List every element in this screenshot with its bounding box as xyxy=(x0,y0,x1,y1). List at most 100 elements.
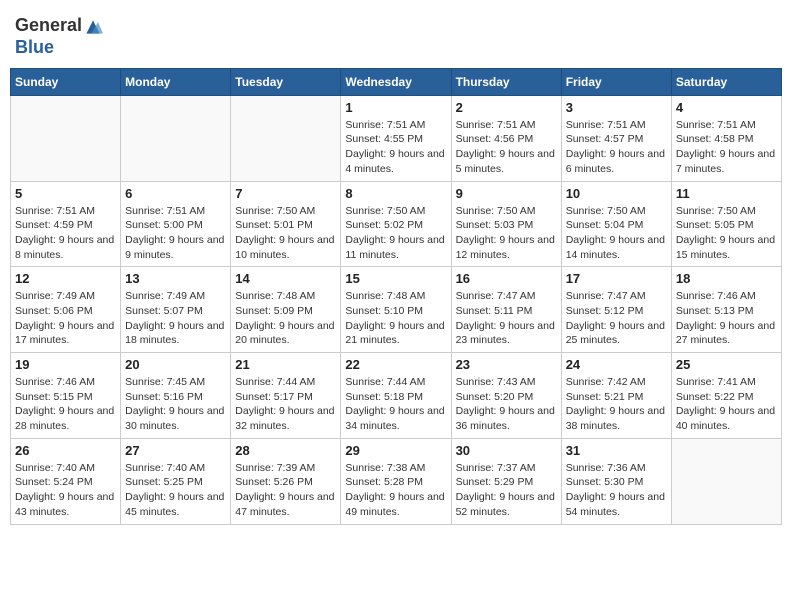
weekday-header: Thursday xyxy=(451,68,561,95)
weekday-header: Sunday xyxy=(11,68,121,95)
weekday-header-row: SundayMondayTuesdayWednesdayThursdayFrid… xyxy=(11,68,782,95)
calendar-cell: 20Sunrise: 7:45 AM Sunset: 5:16 PM Dayli… xyxy=(121,353,231,439)
day-number: 17 xyxy=(566,271,667,286)
day-number: 23 xyxy=(456,357,557,372)
day-info: Sunrise: 7:38 AM Sunset: 5:28 PM Dayligh… xyxy=(345,461,446,520)
logo-blue: Blue xyxy=(15,37,54,57)
day-number: 7 xyxy=(235,186,336,201)
day-info: Sunrise: 7:45 AM Sunset: 5:16 PM Dayligh… xyxy=(125,375,226,434)
day-info: Sunrise: 7:50 AM Sunset: 5:03 PM Dayligh… xyxy=(456,204,557,263)
day-number: 15 xyxy=(345,271,446,286)
day-number: 8 xyxy=(345,186,446,201)
day-number: 26 xyxy=(15,443,116,458)
day-info: Sunrise: 7:43 AM Sunset: 5:20 PM Dayligh… xyxy=(456,375,557,434)
day-number: 3 xyxy=(566,100,667,115)
day-info: Sunrise: 7:51 AM Sunset: 5:00 PM Dayligh… xyxy=(125,204,226,263)
calendar-cell xyxy=(11,95,121,181)
day-number: 6 xyxy=(125,186,226,201)
day-info: Sunrise: 7:49 AM Sunset: 5:06 PM Dayligh… xyxy=(15,289,116,348)
calendar-cell: 27 Sunrise: 7:40 AM Sunset: 5:25 PM Dayli… xyxy=(121,438,231,524)
day-number: 10 xyxy=(566,186,667,201)
weekday-header: Wednesday xyxy=(341,68,451,95)
logo: General Blue xyxy=(15,15,104,58)
day-number: 21 xyxy=(235,357,336,372)
day-info: Sunrise: 7:41 AM Sunset: 5:22 PM Dayligh… xyxy=(676,375,777,434)
week-row: 26 Sunrise: 7:40 AM Sunset: 5:24 PM Dayli… xyxy=(11,438,782,524)
calendar-cell: 16Sunrise: 7:47 AM Sunset: 5:11 PM Dayli… xyxy=(451,267,561,353)
calendar-cell: 26 Sunrise: 7:40 AM Sunset: 5:24 PM Dayli… xyxy=(11,438,121,524)
day-number: 29 xyxy=(345,443,446,458)
day-info: Sunrise: 7:42 AM Sunset: 5:21 PM Dayligh… xyxy=(566,375,667,434)
day-info: Sunrise: 7:51 AM Sunset: 4:58 PM Dayligh… xyxy=(676,118,777,177)
calendar-cell: 14 Sunrise: 7:48 AM Sunset: 5:09 PM Dayli… xyxy=(231,267,341,353)
calendar-cell: 4 Sunrise: 7:51 AM Sunset: 4:58 PM Daylig… xyxy=(671,95,781,181)
logo-general: General xyxy=(15,15,82,35)
calendar-cell: 18 Sunrise: 7:46 AM Sunset: 5:13 PM Dayli… xyxy=(671,267,781,353)
day-info: Sunrise: 7:44 AM Sunset: 5:18 PM Dayligh… xyxy=(345,375,446,434)
day-number: 19 xyxy=(15,357,116,372)
calendar-cell: 24Sunrise: 7:42 AM Sunset: 5:21 PM Dayli… xyxy=(561,353,671,439)
day-info: Sunrise: 7:40 AM Sunset: 5:25 PM Dayligh… xyxy=(125,461,226,520)
page-header: General Blue xyxy=(10,10,782,58)
day-info: Sunrise: 7:50 AM Sunset: 5:05 PM Dayligh… xyxy=(676,204,777,263)
day-info: Sunrise: 7:49 AM Sunset: 5:07 PM Dayligh… xyxy=(125,289,226,348)
day-info: Sunrise: 7:48 AM Sunset: 5:10 PM Dayligh… xyxy=(345,289,446,348)
calendar-cell: 5 Sunrise: 7:51 AM Sunset: 4:59 PM Daylig… xyxy=(11,181,121,267)
day-info: Sunrise: 7:46 AM Sunset: 5:13 PM Dayligh… xyxy=(676,289,777,348)
calendar-cell: 22 Sunrise: 7:44 AM Sunset: 5:18 PM Dayli… xyxy=(341,353,451,439)
calendar-cell xyxy=(231,95,341,181)
calendar-cell: 11 Sunrise: 7:50 AM Sunset: 5:05 PM Dayli… xyxy=(671,181,781,267)
week-row: 12 Sunrise: 7:49 AM Sunset: 5:06 PM Dayli… xyxy=(11,267,782,353)
week-row: 5 Sunrise: 7:51 AM Sunset: 4:59 PM Daylig… xyxy=(11,181,782,267)
day-number: 18 xyxy=(676,271,777,286)
calendar-cell: 10Sunrise: 7:50 AM Sunset: 5:04 PM Dayli… xyxy=(561,181,671,267)
day-number: 9 xyxy=(456,186,557,201)
calendar-cell: 28 Sunrise: 7:39 AM Sunset: 5:26 PM Dayli… xyxy=(231,438,341,524)
day-info: Sunrise: 7:40 AM Sunset: 5:24 PM Dayligh… xyxy=(15,461,116,520)
day-number: 30 xyxy=(456,443,557,458)
day-number: 11 xyxy=(676,186,777,201)
calendar-cell: 3 Sunrise: 7:51 AM Sunset: 4:57 PM Daylig… xyxy=(561,95,671,181)
day-number: 1 xyxy=(345,100,446,115)
calendar-cell: 31Sunrise: 7:36 AM Sunset: 5:30 PM Dayli… xyxy=(561,438,671,524)
day-info: Sunrise: 7:51 AM Sunset: 4:59 PM Dayligh… xyxy=(15,204,116,263)
day-number: 13 xyxy=(125,271,226,286)
weekday-header: Tuesday xyxy=(231,68,341,95)
day-number: 31 xyxy=(566,443,667,458)
weekday-header: Friday xyxy=(561,68,671,95)
day-number: 4 xyxy=(676,100,777,115)
day-number: 22 xyxy=(345,357,446,372)
calendar-cell: 7 Sunrise: 7:50 AM Sunset: 5:01 PM Daylig… xyxy=(231,181,341,267)
day-number: 25 xyxy=(676,357,777,372)
day-info: Sunrise: 7:39 AM Sunset: 5:26 PM Dayligh… xyxy=(235,461,336,520)
calendar-cell: 19Sunrise: 7:46 AM Sunset: 5:15 PM Dayli… xyxy=(11,353,121,439)
calendar-cell: 12 Sunrise: 7:49 AM Sunset: 5:06 PM Dayli… xyxy=(11,267,121,353)
day-info: Sunrise: 7:51 AM Sunset: 4:55 PM Dayligh… xyxy=(345,118,446,177)
calendar-cell: 13 Sunrise: 7:49 AM Sunset: 5:07 PM Dayli… xyxy=(121,267,231,353)
day-number: 12 xyxy=(15,271,116,286)
calendar-cell: 1 Sunrise: 7:51 AM Sunset: 4:55 PM Daylig… xyxy=(341,95,451,181)
day-number: 28 xyxy=(235,443,336,458)
calendar-cell: 30Sunrise: 7:37 AM Sunset: 5:29 PM Dayli… xyxy=(451,438,561,524)
calendar-cell xyxy=(671,438,781,524)
calendar-cell: 25 Sunrise: 7:41 AM Sunset: 5:22 PM Dayli… xyxy=(671,353,781,439)
week-row: 1 Sunrise: 7:51 AM Sunset: 4:55 PM Daylig… xyxy=(11,95,782,181)
day-info: Sunrise: 7:47 AM Sunset: 5:12 PM Dayligh… xyxy=(566,289,667,348)
calendar-cell: 29 Sunrise: 7:38 AM Sunset: 5:28 PM Dayli… xyxy=(341,438,451,524)
logo-text: General Blue xyxy=(15,15,104,58)
day-number: 14 xyxy=(235,271,336,286)
day-number: 27 xyxy=(125,443,226,458)
day-info: Sunrise: 7:51 AM Sunset: 4:56 PM Dayligh… xyxy=(456,118,557,177)
calendar-cell xyxy=(121,95,231,181)
calendar-cell: 17 Sunrise: 7:47 AM Sunset: 5:12 PM Dayli… xyxy=(561,267,671,353)
day-info: Sunrise: 7:50 AM Sunset: 5:01 PM Dayligh… xyxy=(235,204,336,263)
day-info: Sunrise: 7:48 AM Sunset: 5:09 PM Dayligh… xyxy=(235,289,336,348)
day-info: Sunrise: 7:47 AM Sunset: 5:11 PM Dayligh… xyxy=(456,289,557,348)
day-info: Sunrise: 7:51 AM Sunset: 4:57 PM Dayligh… xyxy=(566,118,667,177)
calendar-cell: 2Sunrise: 7:51 AM Sunset: 4:56 PM Daylig… xyxy=(451,95,561,181)
calendar-cell: 15 Sunrise: 7:48 AM Sunset: 5:10 PM Dayli… xyxy=(341,267,451,353)
calendar-cell: 23 Sunrise: 7:43 AM Sunset: 5:20 PM Dayli… xyxy=(451,353,561,439)
calendar-cell: 21Sunrise: 7:44 AM Sunset: 5:17 PM Dayli… xyxy=(231,353,341,439)
day-number: 5 xyxy=(15,186,116,201)
logo-icon xyxy=(83,17,103,37)
